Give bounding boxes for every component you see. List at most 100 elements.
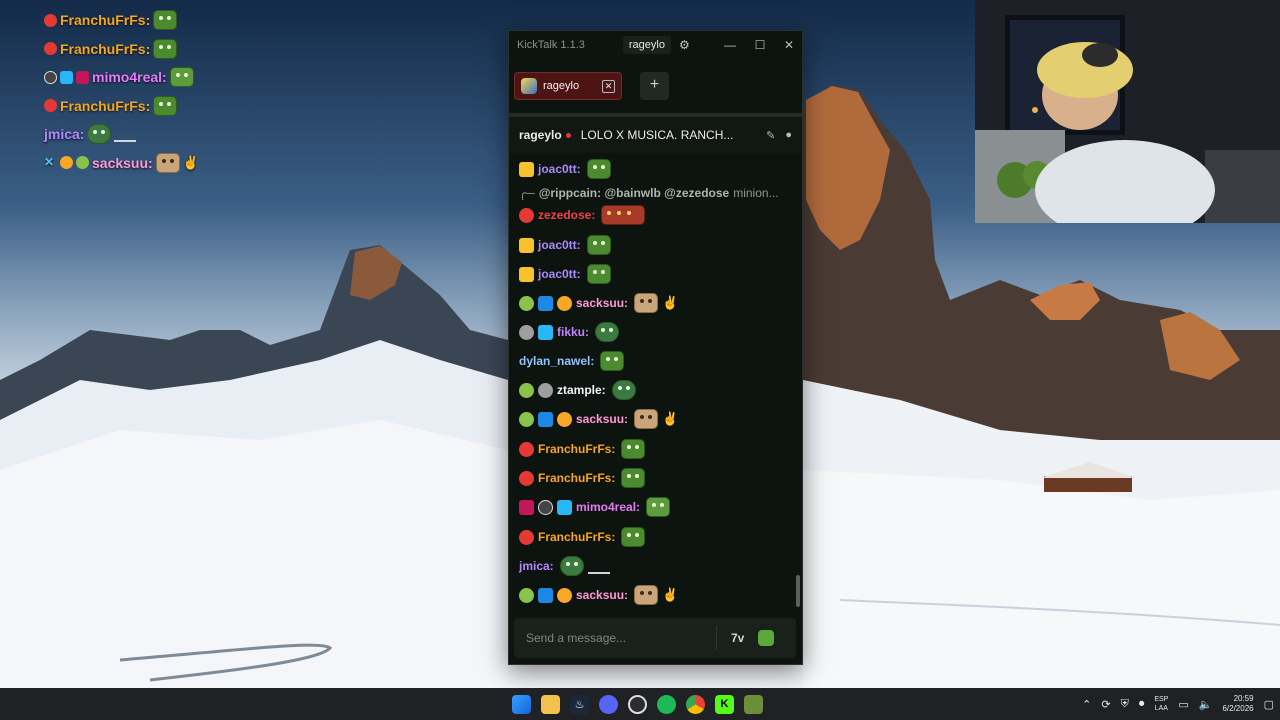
chat-messages: joac0tt: ╭─ @rippcain: @bainwlb @zezedos… [509,153,796,615]
message-input[interactable]: Send a message... [526,631,716,645]
badge-icon [557,411,572,427]
add-tab-button[interactable]: + [640,72,669,100]
plane-emote-icon [587,558,610,574]
close-icon[interactable]: ✕ [781,37,797,53]
chatroom-tabs: rageylo ✕ + [509,59,802,113]
kick-badge-icon [76,70,89,84]
sword-badge-icon [538,411,553,427]
ok-hand-emoji-icon: ✌ [662,295,679,310]
chat-username[interactable]: sacksuu: [576,296,628,310]
minions-emote-icon [601,205,646,225]
minecraft-icon[interactable] [744,694,763,714]
minimize-icon[interactable]: — [722,37,738,53]
chat-scrollbar[interactable] [796,575,800,607]
chat-message: sacksuu: ✌ [519,293,678,313]
system-tray: ⌃ ⟳ ⛨ ⏺ ESP LAA ▭ 🔈 20:59 6/2/2026 ▢ [1082,688,1274,720]
discord-icon[interactable] [599,694,618,714]
close-tab-icon[interactable]: ✕ [602,79,615,93]
chat-username[interactable]: joac0tt: [538,162,581,176]
tab-rageylo[interactable]: rageylo ✕ [514,72,622,100]
chat-message: ztample: [519,380,636,400]
frog-emote-icon [621,439,646,459]
reply-preview[interactable]: ╭─ @rippcain: @bainwlb @zezedose minion.… [519,186,779,200]
obs-icon[interactable] [628,694,647,714]
taskbar: ♨ K ⌃ ⟳ ⛨ ⏺ ESP LAA ▭ 🔈 20:59 6/2/2026 ▢ [0,688,1280,720]
frog-emote-icon [600,351,625,371]
chevron-up-icon[interactable]: ⌃ [1082,698,1091,711]
divider [716,626,717,650]
language-indicator[interactable]: ESP LAA [1154,695,1168,713]
chat-username[interactable]: ztample: [557,383,606,397]
reply-mentions: @rippcain: @bainwlb @zezedose [538,186,730,200]
gear-icon[interactable]: ⚙ [679,39,691,51]
taskbar-apps: ♨ K [512,688,763,720]
chat-username[interactable]: FranchuFrFs: [538,530,615,544]
overlay-username: sacksuu: [92,154,153,171]
chat-message: sacksuu: ✌ [519,585,678,605]
chat-username[interactable]: jmica: [519,559,554,573]
frog-emote-icon [586,264,611,284]
volume-icon[interactable]: 🔈 [1199,698,1213,711]
avatar [521,78,537,94]
user-icon[interactable]: ● [785,129,792,142]
clock[interactable]: 20:59 6/2/2026 [1222,694,1253,714]
pin-icon[interactable]: ✎ [766,129,775,142]
frog-emote-icon [595,322,620,342]
badge-icon [557,295,572,311]
overlay-chat: FranchuFrFs: FranchuFrFs: mimo4real: Fra… [44,6,294,177]
kicktalk-window: KickTalk 1.1.3 rageylo ⚙ — ☐ ✕ rageylo ✕… [508,30,803,665]
alien-badge-icon [519,411,534,427]
chat-username[interactable]: sacksuu: [576,588,628,602]
chat-message: jmica: [519,556,610,576]
chat-username[interactable]: sacksuu: [576,412,628,426]
alien-badge-icon [519,587,534,603]
chat-username[interactable]: joac0tt: [538,238,581,252]
overlay-username: mimo4real: [92,69,167,86]
kick-emotes-button[interactable]: 7v [731,631,744,645]
chat-username[interactable]: dylan_nawel: [519,354,594,368]
chat-message: FranchuFrFs: [519,468,646,488]
cube-badge-icon [60,70,73,84]
start-menu-icon[interactable] [512,694,531,714]
chat-message: sacksuu: ✌ [519,409,678,429]
ok-hand-emoji-icon: ✌ [662,411,679,426]
cat-emote-icon [634,585,659,605]
chat-username[interactable]: joac0tt: [538,267,581,281]
stream-info-bar: rageylo LOLO X MUSICA. RANCH... ✎ ● [509,113,802,153]
frog-emote-icon [169,67,194,88]
chrome-icon[interactable] [686,694,705,714]
badge-icon [44,70,57,84]
frog-emote-icon [153,95,178,116]
current-user-button[interactable]: rageylo [622,36,671,54]
maximize-icon[interactable]: ☐ [752,37,768,53]
frog-emote-icon [153,10,178,31]
stream-title: LOLO X MUSICA. RANCH... [580,128,733,142]
file-explorer-icon[interactable] [541,694,560,714]
plane-emote-icon [114,126,137,143]
kick-icon[interactable]: K [715,694,734,714]
reply-text: minion... [733,186,779,200]
chat-message: zezedose: [519,205,646,225]
badge-icon [44,13,57,27]
emote-picker-icon[interactable] [758,630,775,646]
badge-icon [519,529,534,545]
spotify-icon[interactable] [657,694,676,714]
mic-icon[interactable]: ⏺ [1139,698,1145,711]
chat-username[interactable]: FranchuFrFs: [538,442,615,456]
chat-username[interactable]: mimo4real: [576,500,640,514]
sync-icon[interactable]: ⟳ [1101,698,1110,711]
badge-icon [519,441,534,457]
overlay-username: FranchuFrFs: [60,97,151,114]
display-icon[interactable]: ▭ [1178,698,1188,711]
frog-emote-icon [153,38,178,59]
cube-badge-icon [538,324,553,340]
chat-username[interactable]: FranchuFrFs: [538,471,615,485]
notification-icon[interactable]: ▢ [1264,698,1274,711]
steam-icon[interactable]: ♨ [570,694,589,714]
chat-message: dylan_nawel: [519,351,625,371]
chat-username[interactable]: zezedose: [538,208,595,222]
badge-icon [44,99,57,113]
chat-username[interactable]: fikku: [557,325,589,339]
defender-icon[interactable]: ⛨ [1121,698,1129,711]
chat-message: joac0tt: [519,235,611,255]
